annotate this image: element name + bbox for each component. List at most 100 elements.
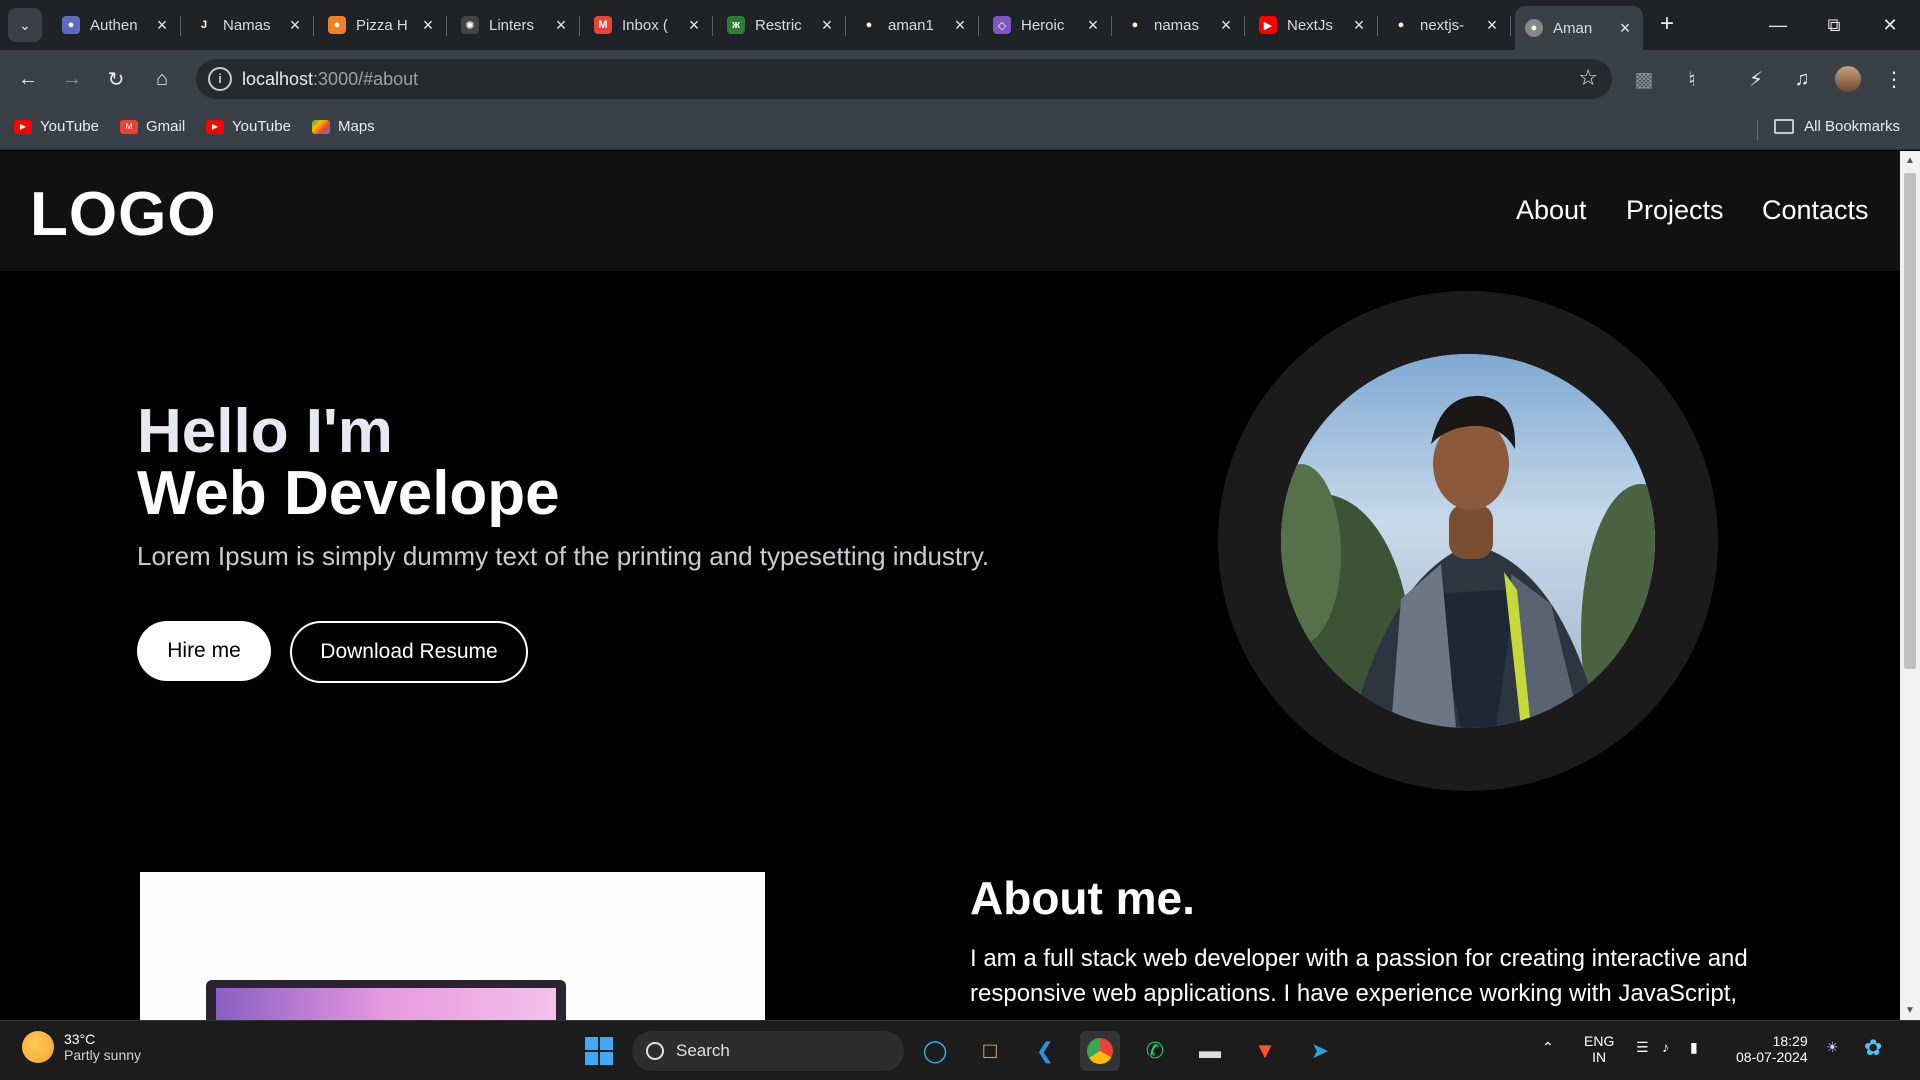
scroll-thumb[interactable] — [1904, 173, 1916, 669]
tab[interactable]: ● Authen × — [52, 6, 181, 44]
bookmark-label: YouTube — [40, 118, 99, 135]
bookmarks-bar: ▶ YouTube M Gmail ▶ YouTube Maps All Bookma… — [0, 108, 1920, 150]
about-paragraph: I am a full stack web developer with a p… — [970, 945, 1748, 1007]
tab-title: Linters — [489, 16, 535, 34]
nav-about[interactable]: About — [1516, 195, 1587, 226]
notification-bell-icon[interactable]: ☀ — [1826, 1039, 1839, 1056]
chrome-icon[interactable] — [1080, 1031, 1120, 1071]
close-icon[interactable]: × — [1617, 18, 1633, 39]
media-control-icon[interactable]: ♫ — [1786, 63, 1818, 95]
site-logo[interactable]: LOGO — [30, 179, 217, 250]
volume-icon[interactable]: ♪ — [1662, 1039, 1669, 1055]
bookmark-youtube[interactable]: ▶ YouTube — [14, 118, 99, 135]
clock[interactable]: 18:29 08-07-2024 — [1736, 1033, 1808, 1065]
tab[interactable]: ● nextjs- × — [1382, 6, 1511, 44]
home-button[interactable]: ⌂ — [146, 63, 178, 95]
chevron-up-icon[interactable]: ⌃ — [1542, 1039, 1554, 1056]
tab[interactable]: ж Restric × — [717, 6, 846, 44]
scroll-up-icon[interactable]: ▲ — [1904, 155, 1916, 166]
close-icon[interactable]: × — [1484, 15, 1500, 36]
globe-icon: ● — [1525, 19, 1543, 37]
nav-projects[interactable]: Projects — [1626, 195, 1724, 226]
reload-button[interactable]: ↻ — [100, 63, 132, 95]
taskbar-search[interactable]: Search — [632, 1031, 904, 1071]
restore-button[interactable]: ⧉ — [1806, 0, 1862, 50]
bookmark-label: Gmail — [146, 118, 186, 135]
copilot-icon[interactable]: ✿ — [1864, 1035, 1882, 1061]
tab[interactable]: ▶ NextJs × — [1249, 6, 1378, 44]
github-icon: ● — [860, 16, 878, 34]
openai-icon: ✺ — [461, 16, 479, 34]
terminal-icon[interactable]: ▬ — [1190, 1031, 1230, 1071]
extensions-icon[interactable]: ♮ — [1676, 63, 1708, 95]
menu-icon[interactable]: ⋮ — [1878, 63, 1910, 95]
hire-me-button[interactable]: Hire me — [137, 621, 271, 681]
close-icon[interactable]: × — [819, 15, 835, 36]
close-icon[interactable]: × — [1218, 15, 1234, 36]
start-button[interactable] — [579, 1031, 619, 1071]
tab[interactable]: ◇ Heroic × — [983, 6, 1112, 44]
search-icon — [646, 1042, 664, 1060]
download-resume-button[interactable]: Download Resume — [290, 621, 528, 683]
wifi-icon[interactable]: ☰ — [1636, 1039, 1649, 1056]
file-explorer-icon[interactable]: □ — [970, 1031, 1010, 1071]
tab[interactable]: M Inbox (× — [584, 6, 713, 44]
whatsapp-icon[interactable]: ✆ — [1135, 1031, 1175, 1071]
page-viewport: LOGO About Projects Contacts Hello I'm W… — [0, 151, 1920, 1020]
minimize-button[interactable]: — — [1750, 0, 1806, 50]
close-icon[interactable]: × — [1085, 15, 1101, 36]
forward-button[interactable]: → — [56, 63, 88, 95]
plus-icon: + — [1659, 10, 1674, 37]
close-icon[interactable]: × — [287, 15, 303, 36]
tab[interactable]: ● Pizza H × — [318, 6, 447, 44]
battery-icon[interactable]: ▮ — [1690, 1039, 1698, 1056]
nav-contacts[interactable]: Contacts — [1762, 195, 1869, 226]
close-icon[interactable]: × — [553, 15, 569, 36]
tab[interactable]: ● namas × — [1116, 6, 1245, 44]
back-button[interactable]: ← — [12, 63, 44, 95]
chart-extension-icon[interactable]: ▩ — [1628, 63, 1660, 95]
browser-toolbar: ← → ↻ ⌂ i localhost:3000/#about ☆ ▩ ♮ ⚡ … — [0, 50, 1920, 108]
maps-icon — [312, 119, 330, 134]
performance-icon[interactable]: ⚡ — [1740, 63, 1772, 95]
edge-icon[interactable]: ◯ — [915, 1031, 955, 1071]
language-indicator[interactable]: ENG IN — [1584, 1033, 1614, 1065]
about-image — [140, 872, 765, 1020]
close-icon[interactable]: × — [154, 15, 170, 36]
all-bookmarks-button[interactable]: All Bookmarks — [1774, 118, 1900, 135]
tab[interactable]: ✺ Linters × — [451, 6, 580, 44]
auth-icon: ● — [62, 16, 80, 34]
bookmark-star-icon[interactable]: ☆ — [1578, 65, 1598, 91]
telegram-icon[interactable]: ➤ — [1300, 1031, 1340, 1071]
new-tab-button[interactable]: + — [1652, 10, 1682, 40]
site-info-icon[interactable]: i — [208, 67, 232, 91]
scroll-down-icon[interactable]: ▼ — [1904, 1005, 1916, 1016]
partly-sunny-icon — [22, 1031, 54, 1063]
close-icon[interactable]: × — [1351, 15, 1367, 36]
home-icon: ⌂ — [155, 67, 169, 90]
close-icon[interactable]: × — [420, 15, 436, 36]
clock-date: 08-07-2024 — [1736, 1049, 1808, 1065]
arrow-right-icon: → — [62, 67, 82, 90]
url-text[interactable]: localhost:3000/#about — [242, 69, 418, 90]
brave-icon[interactable]: ▼ — [1245, 1031, 1285, 1071]
hero-subtitle: Lorem Ipsum is simply dummy text of the … — [137, 541, 990, 571]
tab-active[interactable]: ● Aman × — [1515, 6, 1643, 50]
vscode-icon[interactable]: ❮ — [1025, 1031, 1065, 1071]
page-scrollbar[interactable]: ▲ ▼ — [1900, 151, 1920, 1020]
bookmark-gmail[interactable]: M Gmail — [120, 118, 185, 135]
close-icon: ✕ — [1882, 14, 1898, 35]
bookmark-youtube[interactable]: ▶ YouTube — [206, 118, 291, 135]
close-icon[interactable]: × — [686, 15, 702, 36]
tab-search-button[interactable]: ⌄ — [8, 8, 42, 42]
weather-widget[interactable]: 33°C Partly sunny — [22, 1031, 141, 1063]
tab[interactable]: ● aman1 × — [850, 6, 979, 44]
close-icon[interactable]: × — [952, 15, 968, 36]
bookmark-maps[interactable]: Maps — [312, 118, 375, 135]
address-bar[interactable]: i localhost:3000/#about ☆ — [196, 59, 1612, 99]
avatar[interactable] — [1832, 63, 1864, 95]
tab-title: Namas — [223, 16, 271, 34]
tab[interactable]: J Namas × — [185, 6, 314, 44]
profile-photo — [1281, 354, 1655, 728]
close-window-button[interactable]: ✕ — [1862, 0, 1918, 50]
